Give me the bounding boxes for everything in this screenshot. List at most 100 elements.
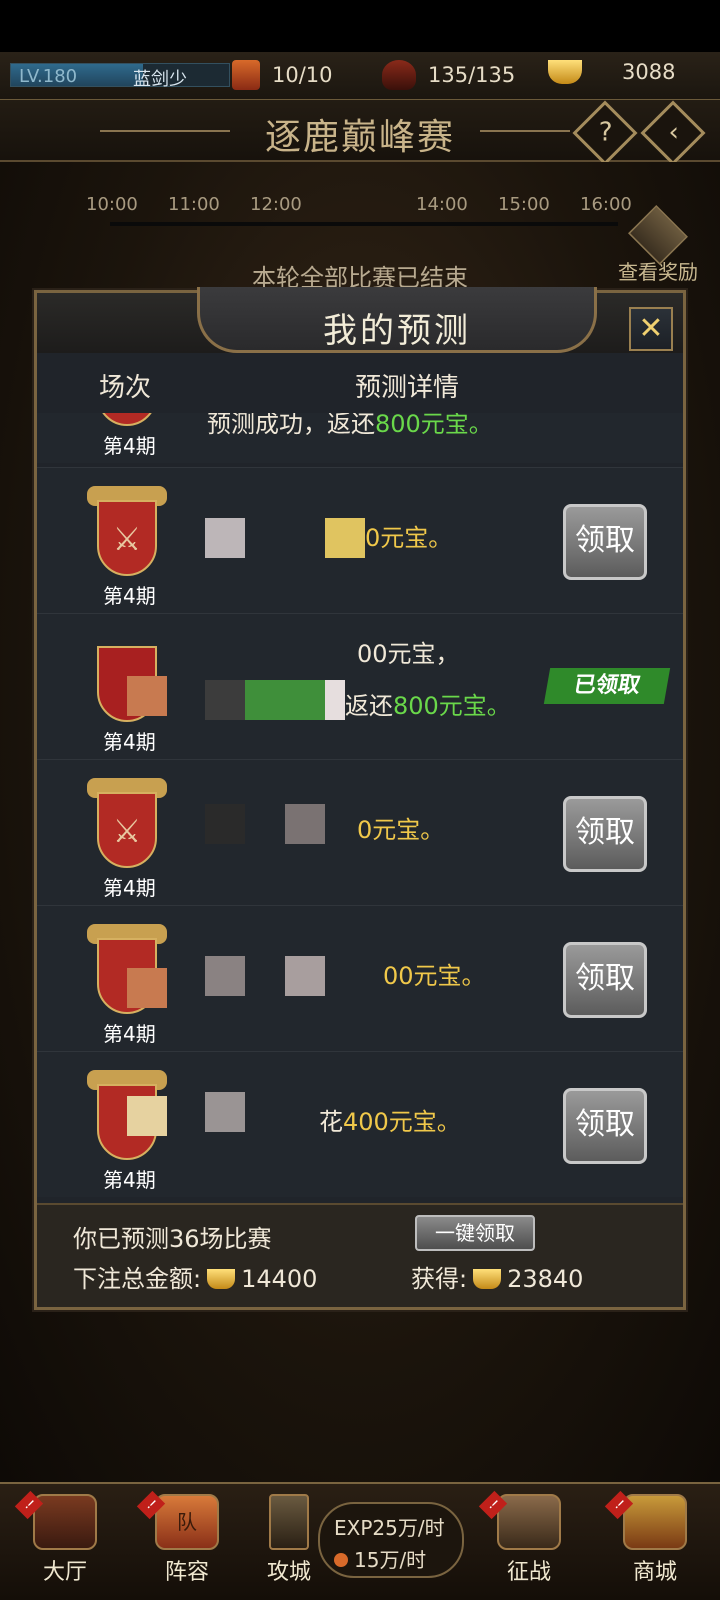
match-badge: ⚔ [87, 486, 167, 586]
title-deco-right [480, 130, 570, 132]
crossed-swords-icon: ⚔ [112, 520, 142, 558]
level-text: LV.180 [19, 66, 78, 87]
gain-value: 23840 [507, 1265, 584, 1293]
prediction-detail-line2: 返还800元宝。 [345, 686, 511, 721]
detail-amount: 400元宝。 [343, 1108, 461, 1136]
blurred-region [325, 518, 365, 558]
claim-button[interactable]: 领取 [563, 942, 647, 1018]
ingot-resource: 3088 [548, 60, 675, 84]
table-row: ⚔ 第4期 0元宝。 领取 [37, 467, 683, 613]
dialog-title: 我的预测 [323, 311, 471, 351]
ticket-count: 10/10 [272, 63, 333, 87]
claim-all-button[interactable]: 一键领取 [415, 1215, 535, 1251]
ingot-icon [473, 1269, 502, 1289]
match-badge: ⚔ [87, 778, 167, 878]
table-row: ⚔ 第4期 0元宝。 领取 [37, 759, 683, 905]
detail-amount: 0元宝。 [365, 524, 453, 552]
claim-button[interactable]: 领取 [563, 1088, 647, 1164]
prediction-detail: 0元宝。 [365, 518, 452, 553]
blurred-region [205, 680, 245, 720]
period-label: 第4期 [103, 1022, 156, 1046]
nav-hall[interactable]: ! 大厅 [10, 1490, 120, 1594]
period-label: 第4期 [103, 876, 156, 900]
table-row: 第4期 00元宝， 返还800元宝。 已领取 [37, 613, 683, 759]
claim-button[interactable]: 领取 [563, 796, 647, 872]
time-label: 12:00 [250, 194, 302, 215]
coin-rate: 15万/时 [334, 1544, 426, 1573]
prediction-detail-line1: 00元宝， [357, 640, 460, 668]
status-bar [0, 0, 720, 52]
nav-team-label: 阵容 [164, 1560, 209, 1585]
idle-income-box[interactable]: EXP25万/时 15万/时 [318, 1502, 464, 1578]
prediction-detail: 花400元宝。 [319, 1102, 461, 1137]
nav-campaign[interactable]: ! 征战 [474, 1490, 584, 1594]
coin-rate-text: 15万/时 [354, 1548, 427, 1572]
blurred-region [245, 680, 325, 720]
blurred-region [127, 968, 167, 1008]
nav-shop-label: 商城 [632, 1560, 677, 1585]
period-label: 第4期 [103, 584, 156, 608]
predicted-count: 你已预测36场比赛 [73, 1225, 272, 1253]
claim-button[interactable]: 领取 [563, 504, 647, 580]
detail-amount: 800元宝。 [375, 413, 493, 438]
stamina-resource: 135/135 [382, 60, 515, 90]
detail-text: 预测成功，返还 [207, 413, 375, 438]
prediction-dialog: 我的预测 ✕ 场次 预测详情 第4期 预测成功，返还800元宝。 ⚔ 第4期 0… [34, 287, 686, 1310]
match-badge [87, 632, 167, 732]
nav-campaign-label: 征战 [506, 1560, 551, 1585]
total-gain: 获得: 23840 [411, 1259, 583, 1294]
match-badge [87, 924, 167, 1024]
level-bar[interactable]: LV.180 蓝剑少 [10, 63, 230, 90]
match-badge [87, 1070, 167, 1170]
stamina-count: 135/135 [428, 63, 516, 87]
ingot-icon [207, 1269, 236, 1289]
total-bet-label: 下注总金额: [73, 1265, 202, 1293]
detail-text: 花 [319, 1108, 343, 1136]
top-resource-bar: LV.180 蓝剑少 10/10 135/135 3088 [0, 52, 720, 100]
blurred-region [205, 518, 245, 558]
nav-team[interactable]: ! 队 阵容 [132, 1490, 242, 1594]
banner-shape [97, 413, 157, 426]
exp-rate: EXP25万/时 [334, 1516, 445, 1540]
diamond-back-icon: ‹ [668, 117, 679, 148]
ticket-icon [232, 60, 260, 90]
crossed-swords-icon: ⚔ [112, 812, 142, 850]
hourglass-icon [269, 1494, 309, 1550]
time-label: 15:00 [498, 194, 550, 215]
ticket-resource: 10/10 [232, 60, 333, 90]
column-header-detail: 预测详情 [355, 373, 460, 403]
total-bet-value: 14400 [241, 1265, 318, 1293]
blurred-region [285, 804, 325, 844]
close-icon: ✕ [638, 311, 664, 346]
nav-shop[interactable]: ! 商城 [600, 1490, 710, 1594]
close-button[interactable]: ✕ [629, 307, 673, 351]
table-row: 第4期 花400元宝。 领取 [37, 1051, 683, 1197]
blurred-region [325, 680, 345, 720]
blurred-region [127, 1096, 167, 1136]
table-row: 第4期 00元宝。 领取 [37, 905, 683, 1051]
question-icon: ? [598, 117, 613, 148]
total-bet: 下注总金额: 14400 [73, 1259, 317, 1294]
blurred-region [205, 956, 245, 996]
detail-amount: 0元宝。 [357, 816, 445, 844]
time-label: 14:00 [416, 194, 468, 215]
period-label: 第4期 [103, 730, 156, 754]
blurred-region [205, 804, 245, 844]
detail-amount: 00元宝。 [383, 962, 486, 990]
table-row: 第4期 预测成功，返还800元宝。 [37, 413, 683, 463]
detail-amount: 800元宝。 [393, 692, 511, 720]
time-label: 11:00 [168, 194, 220, 215]
prediction-list[interactable]: 第4期 预测成功，返还800元宝。 ⚔ 第4期 0元宝。 领取 第4期 00元宝… [37, 413, 683, 1203]
coin-icon [334, 1553, 348, 1567]
blurred-region [205, 1092, 245, 1132]
detail-text: 返还 [345, 692, 393, 720]
claimed-badge: 已领取 [543, 668, 671, 704]
period-label: 第4期 [103, 434, 156, 458]
nav-hall-label: 大厅 [42, 1560, 87, 1585]
ingot-count: 3088 [622, 60, 676, 84]
bottom-navigation: ! 大厅 ! 队 阵容 攻城 EXP25万/时 15万/时 ! 征战 ! 商城 [0, 1482, 720, 1600]
column-header-match: 场次 [99, 373, 152, 403]
ingot-icon [548, 60, 582, 84]
period-label: 第4期 [103, 1168, 156, 1192]
prediction-detail: 00元宝。 [383, 956, 486, 991]
